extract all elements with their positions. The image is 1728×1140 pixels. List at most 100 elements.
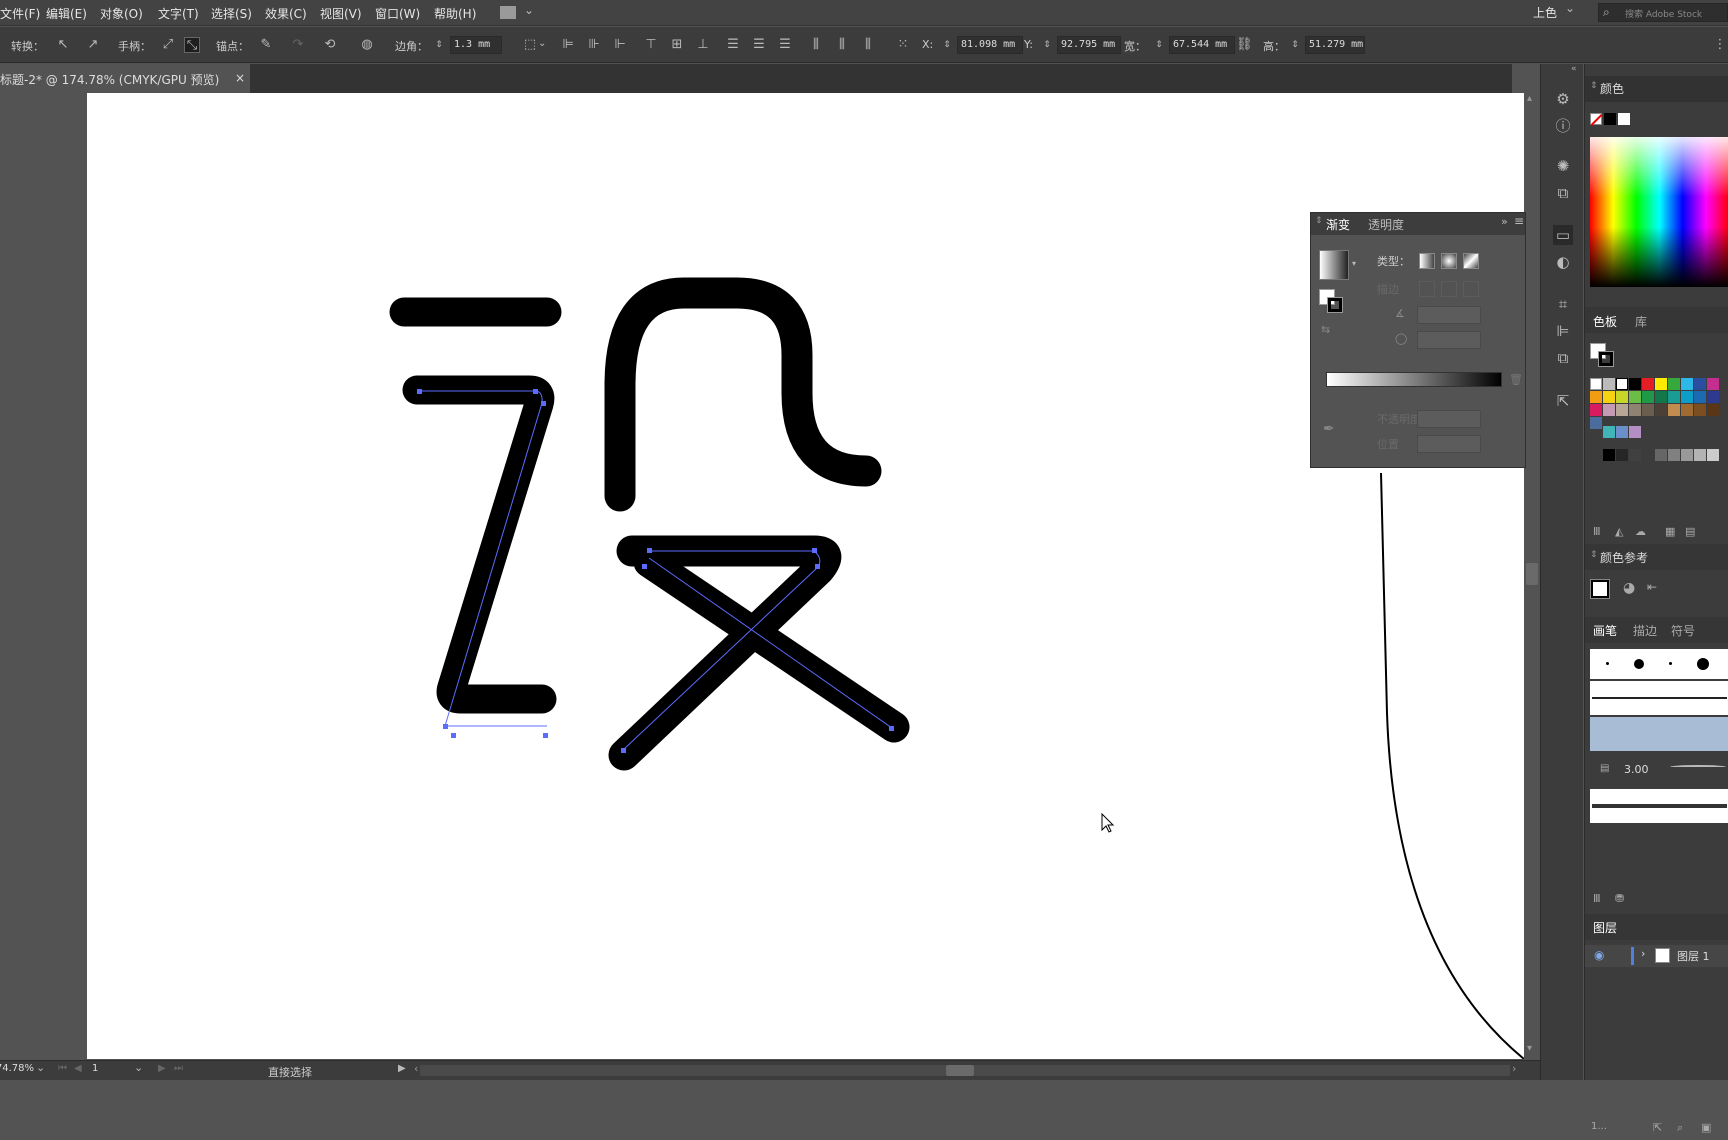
properties-icon[interactable]: ⚙ bbox=[1553, 89, 1573, 109]
width-stepper-icon[interactable]: ⇕ bbox=[1154, 37, 1164, 53]
swatch-options-icon[interactable]: ▦ bbox=[1665, 525, 1675, 538]
convert-to-smooth-icon[interactable]: ↗ bbox=[85, 37, 101, 53]
distribute-top-icon[interactable]: ☰ bbox=[725, 37, 741, 53]
menu-window[interactable]: 窗口(W) bbox=[375, 5, 420, 22]
menu-select[interactable]: 选择(S) bbox=[211, 5, 252, 22]
control-bar-menu-icon[interactable]: ⋮ bbox=[1712, 37, 1728, 53]
collapse-icon[interactable]: ⇕ bbox=[1590, 81, 1598, 91]
swatch[interactable] bbox=[1642, 391, 1654, 403]
export-layer-icon[interactable]: ⇱ bbox=[1653, 1121, 1662, 1134]
swatch[interactable] bbox=[1642, 378, 1654, 390]
zoom-field[interactable]: 174.78% bbox=[0, 1063, 34, 1074]
distribute-bottom-icon[interactable]: ☰ bbox=[777, 37, 793, 53]
menu-edit[interactable]: 编辑(E) bbox=[46, 5, 87, 22]
menu-object[interactable]: 对象(O) bbox=[100, 5, 143, 22]
chevron-down-icon[interactable]: ⌄ bbox=[524, 3, 534, 17]
status-menu-arrow-icon[interactable]: ▶ bbox=[398, 1063, 406, 1074]
chevron-down-icon[interactable]: ⌄ bbox=[1565, 1, 1575, 15]
eye-icon[interactable]: ◉ bbox=[1594, 948, 1604, 962]
pathfinder-icon[interactable]: ⧉ bbox=[1553, 348, 1573, 368]
brush-line[interactable] bbox=[1590, 681, 1728, 715]
workspace-switcher[interactable]: 上色 bbox=[1533, 4, 1557, 21]
tab-symbols[interactable]: 符号 bbox=[1671, 622, 1695, 639]
scroll-down-icon[interactable]: ▾ bbox=[1527, 1043, 1532, 1054]
chevron-down-icon[interactable]: ⌄ bbox=[538, 38, 546, 49]
base-color-swatch[interactable] bbox=[1590, 579, 1610, 599]
align-right-icon[interactable]: ⊩ bbox=[612, 37, 628, 53]
swatch[interactable] bbox=[1642, 404, 1654, 416]
hide-handles-icon[interactable]: ⤡ bbox=[184, 37, 200, 53]
distribute-right-icon[interactable]: ⫼ bbox=[860, 37, 876, 53]
swatch[interactable] bbox=[1616, 449, 1628, 461]
swatch[interactable] bbox=[1616, 391, 1628, 403]
swatch[interactable] bbox=[1668, 391, 1680, 403]
swatch[interactable] bbox=[1668, 449, 1680, 461]
swatch[interactable] bbox=[1707, 449, 1719, 461]
workspace-layout-icon[interactable] bbox=[500, 6, 516, 19]
charcoal-brush[interactable] bbox=[1590, 789, 1728, 823]
swatch[interactable] bbox=[1707, 404, 1719, 416]
brush-library-icon[interactable]: Ⅲ bbox=[1593, 892, 1601, 905]
corner-stepper-icon[interactable]: ⇕ bbox=[434, 37, 444, 53]
x-field[interactable]: 81.098 mm bbox=[957, 36, 1023, 54]
tab-brushes[interactable]: 画笔 bbox=[1593, 622, 1617, 639]
make-clipping-mask-icon[interactable]: ▣ bbox=[1701, 1121, 1711, 1134]
align-objects-icon[interactable]: ⊫ bbox=[1553, 321, 1573, 341]
artboard-number-field[interactable]: 1 bbox=[92, 1063, 98, 1074]
reference-point-icon[interactable]: ⁙ bbox=[895, 37, 911, 53]
stroke-swatch[interactable] bbox=[1598, 351, 1614, 367]
stroke-within-icon[interactable] bbox=[1419, 281, 1435, 297]
swatch[interactable] bbox=[1603, 378, 1615, 390]
angle-field[interactable] bbox=[1417, 306, 1481, 324]
swatch-grid[interactable] bbox=[1590, 378, 1728, 442]
anchor-point[interactable] bbox=[451, 733, 456, 738]
swatch[interactable] bbox=[1629, 378, 1641, 390]
menu-effect[interactable]: 效果(C) bbox=[265, 5, 307, 22]
grayscale-swatch-row[interactable] bbox=[1590, 449, 1728, 462]
anchor-point[interactable] bbox=[647, 548, 652, 553]
position-field[interactable] bbox=[1417, 435, 1481, 453]
distribute-left-icon[interactable]: ⫼ bbox=[808, 37, 824, 53]
menu-type[interactable]: 文字(T) bbox=[158, 5, 199, 22]
anchor-point[interactable] bbox=[815, 564, 820, 569]
swatch[interactable] bbox=[1655, 404, 1667, 416]
tab-gradient[interactable]: 渐变 bbox=[1326, 216, 1350, 233]
tab-transparency[interactable]: 透明度 bbox=[1368, 216, 1404, 233]
edit-colors-icon[interactable]: ⇤ bbox=[1647, 580, 1657, 594]
scroll-up-icon[interactable]: ▴ bbox=[1527, 93, 1532, 104]
brush-dot-small[interactable] bbox=[1606, 662, 1609, 665]
none-swatch[interactable] bbox=[1590, 113, 1603, 127]
menu-help[interactable]: 帮助(H) bbox=[434, 5, 476, 22]
swatch[interactable] bbox=[1681, 378, 1693, 390]
anchor-point[interactable] bbox=[533, 389, 538, 394]
scroll-thumb[interactable] bbox=[946, 1065, 974, 1076]
brush-dot-large[interactable] bbox=[1634, 659, 1644, 669]
scroll-thumb[interactable] bbox=[1526, 563, 1538, 585]
artwork[interactable] bbox=[87, 93, 1525, 1060]
swatch[interactable] bbox=[1707, 378, 1719, 390]
select-similar-icon[interactable]: ⬚ bbox=[522, 37, 538, 53]
aspect-ratio-field[interactable] bbox=[1417, 331, 1481, 349]
align-panel-icon[interactable]: ⌗ bbox=[1553, 294, 1573, 314]
swatch[interactable] bbox=[1681, 404, 1693, 416]
swatch[interactable] bbox=[1603, 404, 1615, 416]
brush-presets-row[interactable] bbox=[1590, 649, 1728, 679]
align-hcenter-icon[interactable]: ⊪ bbox=[586, 37, 602, 53]
tab-library[interactable]: 库 bbox=[1635, 313, 1647, 330]
swatch[interactable] bbox=[1629, 449, 1641, 461]
swatch-library-icon[interactable]: Ⅲ bbox=[1593, 525, 1601, 538]
locate-object-icon[interactable]: ⌕ bbox=[1677, 1121, 1683, 1135]
width-field[interactable]: 67.544 mm bbox=[1169, 36, 1235, 54]
y-stepper-icon[interactable]: ⇕ bbox=[1042, 37, 1052, 53]
black-swatch[interactable] bbox=[1604, 113, 1616, 125]
swatch[interactable] bbox=[1694, 449, 1706, 461]
document-tab[interactable]: 标题-2* @ 174.78% (CMYK/GPU 预览) × bbox=[0, 64, 250, 93]
align-vcenter-icon[interactable]: ⊞ bbox=[669, 37, 685, 53]
stroke-swatch[interactable] bbox=[1327, 297, 1343, 313]
tab-layers[interactable]: 图层 bbox=[1593, 919, 1617, 936]
scroll-right-icon[interactable]: › bbox=[1512, 1062, 1516, 1075]
swatch[interactable] bbox=[1629, 426, 1641, 438]
collapse-panels-icon[interactable]: « bbox=[1571, 64, 1577, 74]
gradient-slider[interactable] bbox=[1326, 372, 1502, 387]
remove-anchor-icon[interactable]: ✎ bbox=[258, 37, 274, 53]
